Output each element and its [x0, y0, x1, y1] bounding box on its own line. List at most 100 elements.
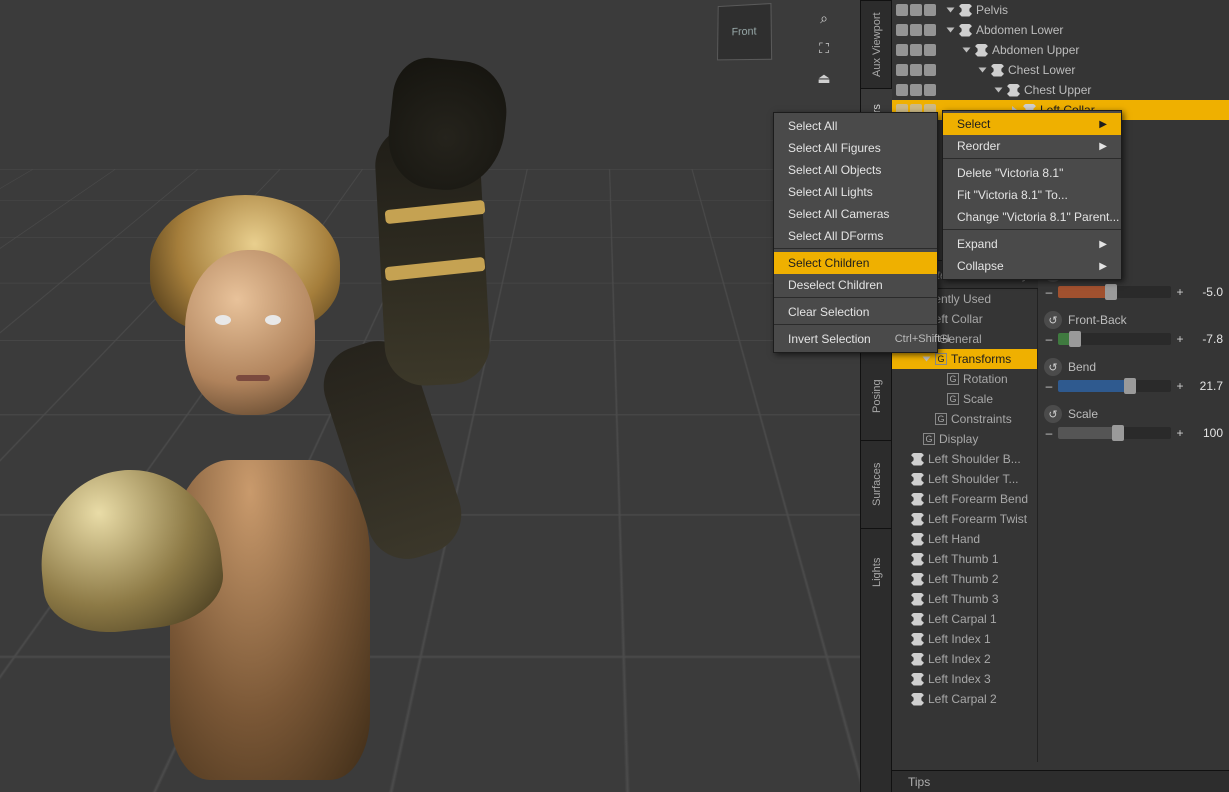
bone-icon — [911, 673, 924, 686]
param-node-scale[interactable]: GScale — [892, 389, 1037, 409]
context-menu-select[interactable]: Select AllSelect All FiguresSelect All O… — [773, 112, 938, 353]
disclosure-icon[interactable] — [979, 68, 987, 73]
slider-front-back: ↺Front-Back–+-7.8 — [1038, 307, 1229, 354]
increment-button[interactable]: + — [1175, 379, 1185, 393]
slider-track[interactable] — [1058, 380, 1171, 392]
menu-item-select-all-objects[interactable]: Select All Objects — [774, 159, 937, 181]
visibility-icons[interactable] — [896, 4, 940, 16]
menu-item-select-all[interactable]: Select All — [774, 115, 937, 137]
scene-node-chest-upper[interactable]: Chest Upper — [892, 80, 1229, 100]
param-node-left-index-3[interactable]: Left Index 3 — [892, 669, 1037, 689]
frame-icon[interactable]: ⛶ — [812, 36, 836, 60]
increment-button[interactable]: + — [1175, 426, 1185, 440]
visibility-icons[interactable] — [896, 44, 940, 56]
param-node-left-forearm-bend[interactable]: Left Forearm Bend — [892, 489, 1037, 509]
disclosure-icon[interactable] — [995, 88, 1003, 93]
visibility-icons[interactable] — [896, 84, 940, 96]
increment-button[interactable]: + — [1175, 332, 1185, 346]
disclosure-icon[interactable] — [923, 357, 931, 362]
slider-thumb[interactable] — [1069, 331, 1081, 347]
menu-item-fit-victoria-8-1-to-[interactable]: Fit "Victoria 8.1" To... — [943, 184, 1121, 206]
context-menu-node[interactable]: Select▶Reorder▶ Delete "Victoria 8.1"Fit … — [942, 110, 1122, 280]
reset-icon[interactable]: ↺ — [1044, 311, 1062, 329]
menu-item-collapse[interactable]: Collapse▶ — [943, 255, 1121, 277]
menu-item-select-all-figures[interactable]: Select All Figures — [774, 137, 937, 159]
visibility-icons[interactable] — [896, 24, 940, 36]
param-node-left-hand[interactable]: Left Hand — [892, 529, 1037, 549]
slider-value[interactable]: -5.0 — [1189, 285, 1223, 299]
menu-item-select-all-lights[interactable]: Select All Lights — [774, 181, 937, 203]
slider-thumb[interactable] — [1124, 378, 1136, 394]
zoom-icon[interactable]: ⌕ — [812, 6, 836, 30]
param-node-constraints[interactable]: GConstraints — [892, 409, 1037, 429]
disclosure-icon[interactable] — [963, 48, 971, 53]
menu-item-select-all-cameras[interactable]: Select All Cameras — [774, 203, 937, 225]
slider-thumb[interactable] — [1105, 284, 1117, 300]
scene-node-pelvis[interactable]: Pelvis — [892, 0, 1229, 20]
menu-item-expand[interactable]: Expand▶ — [943, 233, 1121, 255]
reset-icon[interactable]: ↺ — [1044, 405, 1062, 423]
param-node-left-carpal-1[interactable]: Left Carpal 1 — [892, 609, 1037, 629]
menu-item-select[interactable]: Select▶ — [943, 113, 1121, 135]
decrement-button[interactable]: – — [1044, 426, 1054, 440]
param-node-left-index-2[interactable]: Left Index 2 — [892, 649, 1037, 669]
slider-track[interactable] — [1058, 427, 1171, 439]
submenu-arrow-icon: ▶ — [1099, 239, 1107, 250]
param-node-left-shoulder-b-[interactable]: Left Shoulder B... — [892, 449, 1037, 469]
menu-item-reorder[interactable]: Reorder▶ — [943, 135, 1121, 159]
slider-value[interactable]: -7.8 — [1189, 332, 1223, 346]
menu-item-invert-selection[interactable]: Invert SelectionCtrl+Shift+I — [774, 328, 937, 350]
decrement-button[interactable]: – — [1044, 285, 1054, 299]
param-node-left-index-1[interactable]: Left Index 1 — [892, 629, 1037, 649]
param-node-rotation[interactable]: GRotation — [892, 369, 1037, 389]
side-tab-lights[interactable]: Lights — [861, 528, 893, 616]
param-label: Left Hand — [928, 532, 980, 546]
param-node-left-shoulder-t-[interactable]: Left Shoulder T... — [892, 469, 1037, 489]
param-node-left-thumb-3[interactable]: Left Thumb 3 — [892, 589, 1037, 609]
side-tab-surfaces[interactable]: Surfaces — [861, 440, 893, 528]
scene-node-chest-lower[interactable]: Chest Lower — [892, 60, 1229, 80]
slider-scale: ↺Scale–+100 — [1038, 401, 1229, 448]
tips-bar[interactable]: Tips — [892, 770, 1229, 792]
group-icon: G — [935, 413, 947, 425]
visibility-icons[interactable] — [896, 64, 940, 76]
bone-icon — [959, 24, 972, 37]
decrement-button[interactable]: – — [1044, 332, 1054, 346]
menu-item-change-victoria-8-1-parent-[interactable]: Change "Victoria 8.1" Parent... — [943, 206, 1121, 230]
group-icon: G — [923, 433, 935, 445]
menu-item-select-children[interactable]: Select Children — [774, 252, 937, 274]
side-tab-aux-viewport[interactable]: Aux Viewport — [861, 0, 893, 88]
param-label: Left Thumb 1 — [928, 552, 999, 566]
disclosure-icon[interactable] — [947, 8, 955, 13]
menu-item-clear-selection[interactable]: Clear Selection — [774, 301, 937, 325]
slider-thumb[interactable] — [1112, 425, 1124, 441]
slider-value[interactable]: 21.7 — [1189, 379, 1223, 393]
parameter-tree[interactable]: Currently UsedLeft CollarGGeneralGTransf… — [892, 289, 1038, 762]
home-icon[interactable]: ⏏ — [812, 66, 836, 90]
view-cube[interactable]: Front — [717, 3, 772, 60]
param-label: Scale — [963, 392, 993, 406]
slider-track[interactable] — [1058, 286, 1171, 298]
param-node-left-forearm-twist[interactable]: Left Forearm Twist — [892, 509, 1037, 529]
scene-node-abdomen-lower[interactable]: Abdomen Lower — [892, 20, 1229, 40]
node-label: Abdomen Upper — [992, 43, 1079, 57]
menu-item-select-all-dforms[interactable]: Select All DForms — [774, 225, 937, 249]
side-tab-posing[interactable]: Posing — [861, 352, 893, 440]
node-label: Abdomen Lower — [976, 23, 1063, 37]
disclosure-icon[interactable] — [947, 28, 955, 33]
param-node-left-carpal-2[interactable]: Left Carpal 2 — [892, 689, 1037, 709]
slider-track[interactable] — [1058, 333, 1171, 345]
reset-icon[interactable]: ↺ — [1044, 358, 1062, 376]
increment-button[interactable]: + — [1175, 285, 1185, 299]
menu-item-deselect-children[interactable]: Deselect Children — [774, 274, 937, 298]
bone-icon — [911, 633, 924, 646]
param-node-left-thumb-1[interactable]: Left Thumb 1 — [892, 549, 1037, 569]
param-node-display[interactable]: GDisplay — [892, 429, 1037, 449]
slider-value[interactable]: 100 — [1189, 426, 1223, 440]
menu-item-delete-victoria-8-1-[interactable]: Delete "Victoria 8.1" — [943, 162, 1121, 184]
viewport-3d[interactable]: Front ⌕ ⛶ ⏏ — [0, 0, 860, 792]
node-label: Chest Upper — [1024, 83, 1091, 97]
decrement-button[interactable]: – — [1044, 379, 1054, 393]
scene-node-abdomen-upper[interactable]: Abdomen Upper — [892, 40, 1229, 60]
param-node-left-thumb-2[interactable]: Left Thumb 2 — [892, 569, 1037, 589]
